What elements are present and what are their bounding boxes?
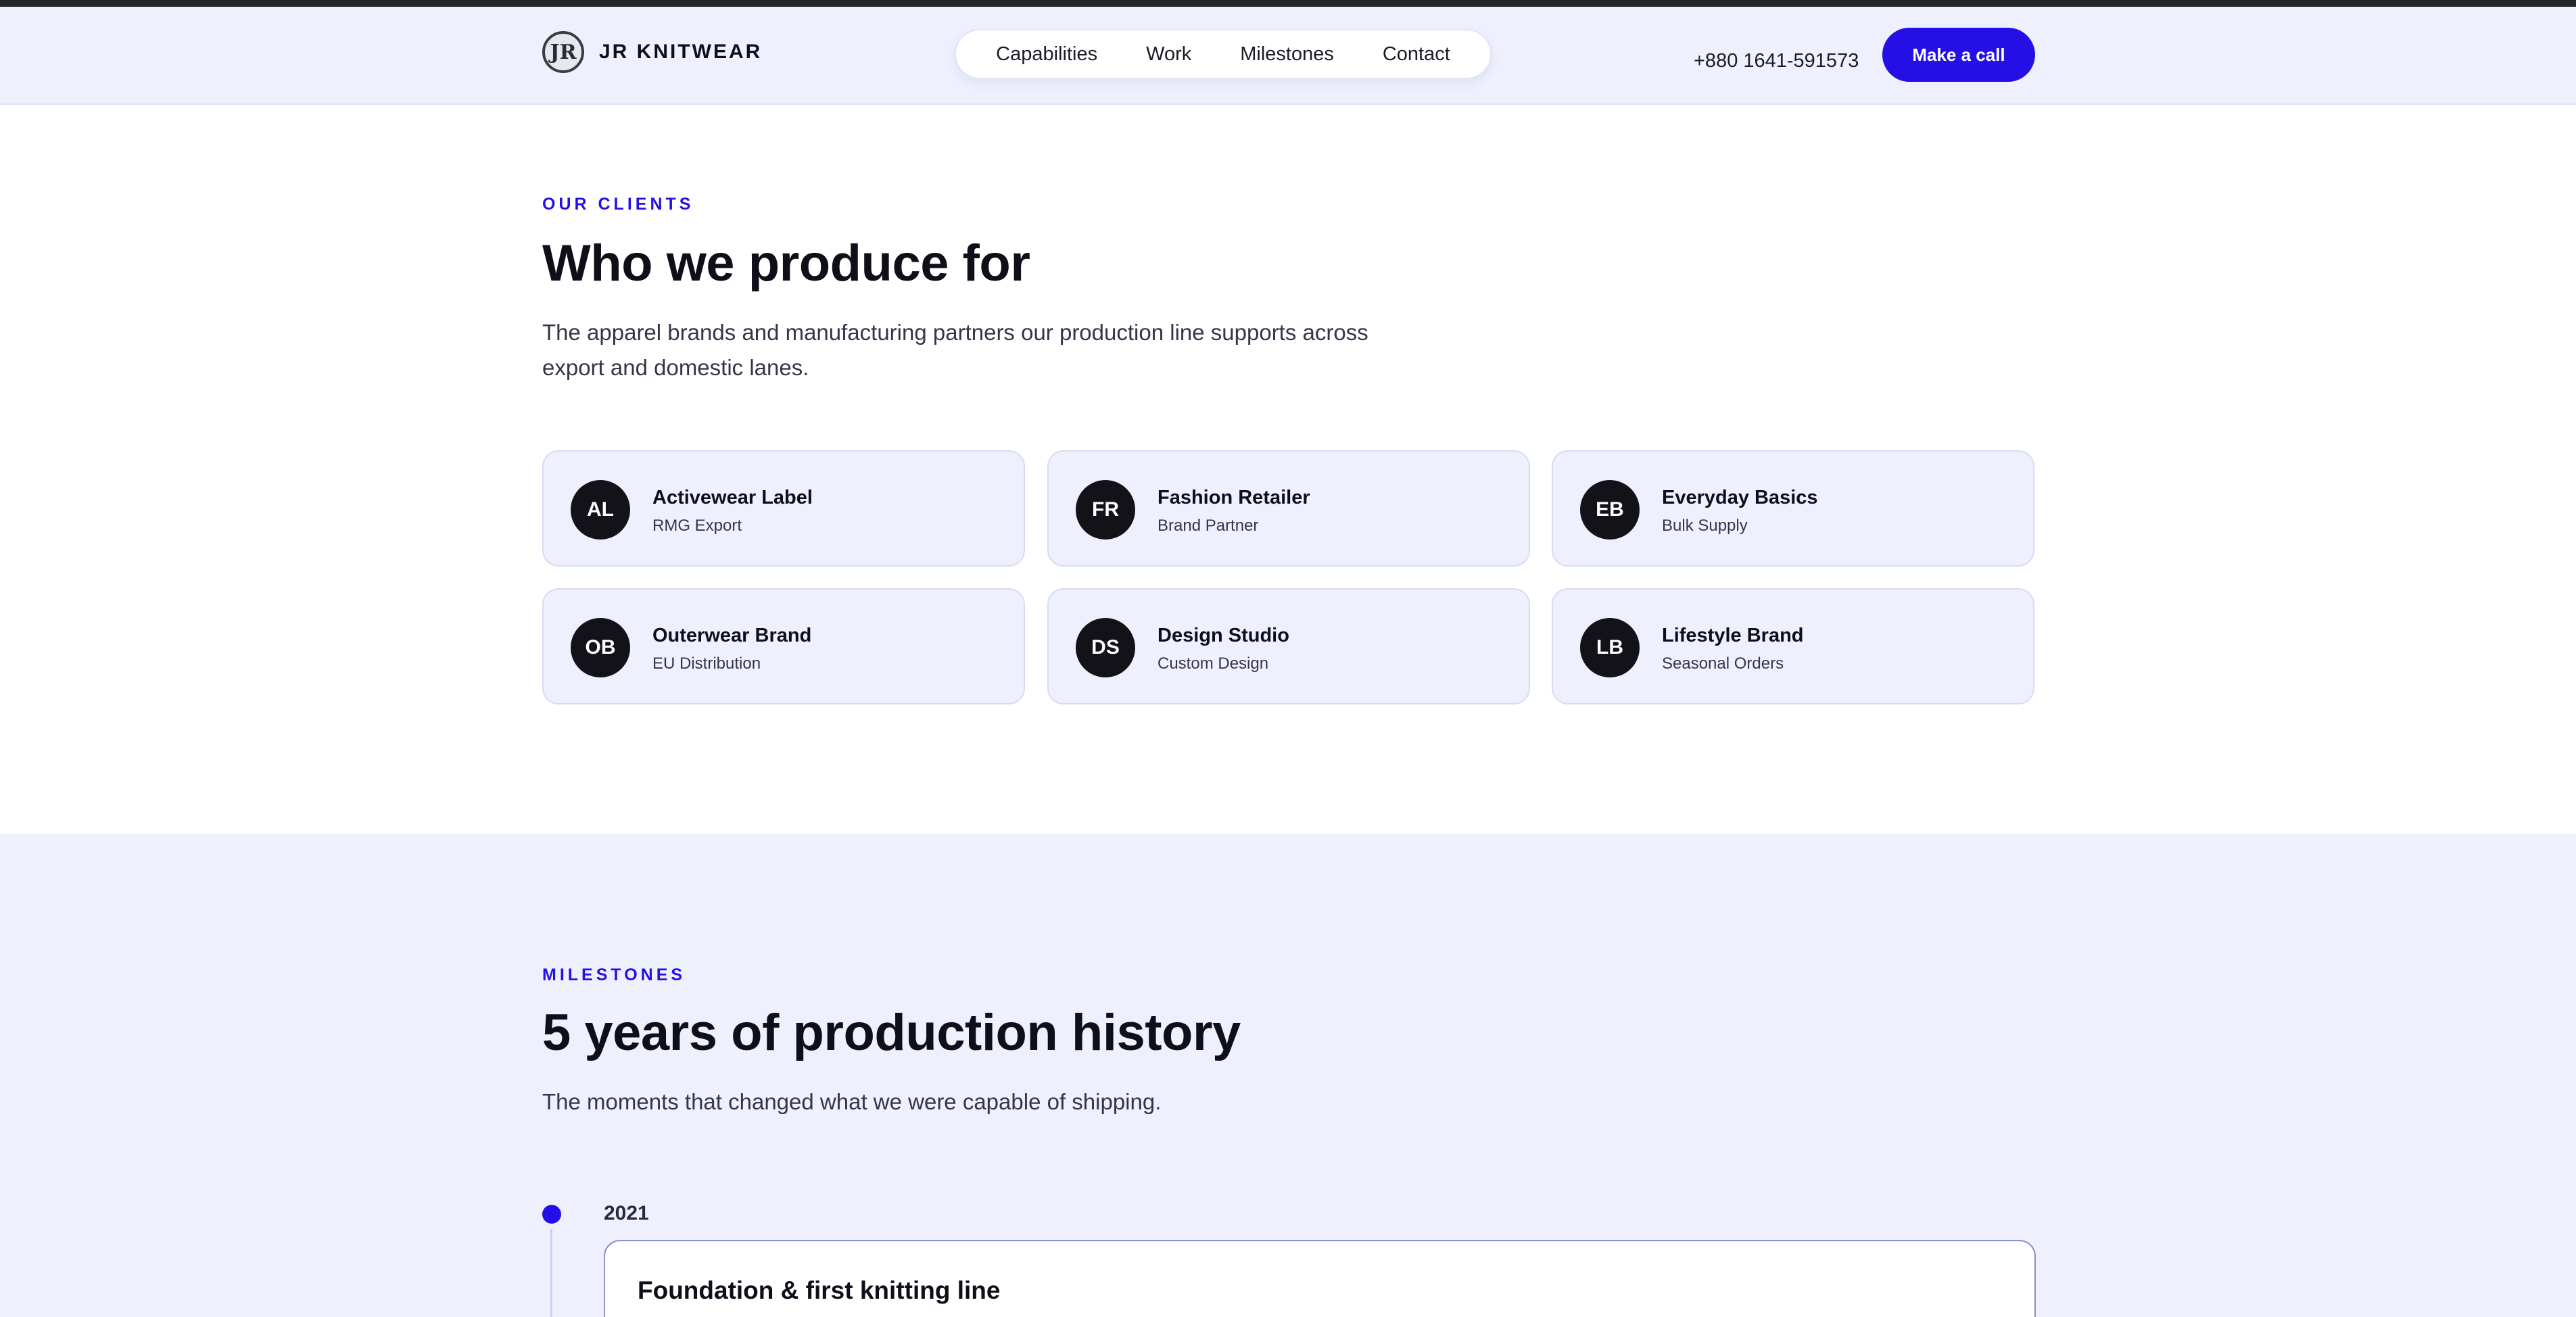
client-name: Outerwear Brand <box>652 625 812 646</box>
clients-eyebrow: OUR CLIENTS <box>542 195 694 214</box>
milestones-section: MILESTONES 5 years of production history… <box>0 834 2576 1317</box>
phone-number[interactable]: +880 1641-591573 <box>1694 50 1859 72</box>
clients-title: Who we produce for <box>542 235 1030 292</box>
client-card[interactable]: OB Outerwear Brand EU Distribution <box>542 588 1025 704</box>
client-avatar: OB <box>571 618 630 677</box>
milestone-title: Foundation & first knitting line <box>638 1276 1001 1304</box>
client-category: RMG Export <box>652 517 742 535</box>
window-top-strip <box>0 0 2576 7</box>
client-category: Custom Design <box>1158 654 1269 673</box>
client-name: Activewear Label <box>652 487 813 508</box>
brand[interactable]: JR JR KNITWEAR <box>542 31 762 73</box>
client-avatar: EB <box>1580 480 1640 540</box>
client-name: Fashion Retailer <box>1158 487 1310 508</box>
client-card[interactable]: EB Everyday Basics Bulk Supply <box>1552 450 2034 567</box>
nav-item-contact[interactable]: Contact <box>1358 43 1475 66</box>
make-a-call-button[interactable]: Make a call <box>1882 28 2035 82</box>
milestones-lead: The moments that changed what we were ca… <box>542 1089 1162 1114</box>
nav-item-work[interactable]: Work <box>1122 43 1216 66</box>
client-card[interactable]: FR Fashion Retailer Brand Partner <box>1047 450 1530 567</box>
client-avatar: DS <box>1076 618 1135 677</box>
client-category: Seasonal Orders <box>1662 654 1784 673</box>
timeline-dot <box>542 1205 561 1224</box>
milestone-card[interactable]: Foundation & first knitting line <box>604 1240 2036 1317</box>
client-category: EU Distribution <box>652 654 761 673</box>
milestones-eyebrow: MILESTONES <box>542 965 686 984</box>
nav-item-milestones[interactable]: Milestones <box>1216 43 1358 66</box>
client-card[interactable]: LB Lifestyle Brand Seasonal Orders <box>1552 588 2034 704</box>
client-name: Design Studio <box>1158 625 1289 646</box>
client-category: Bulk Supply <box>1662 517 1748 535</box>
client-name: Lifestyle Brand <box>1662 625 1804 646</box>
milestone-year: 2021 <box>604 1202 649 1224</box>
client-card[interactable]: AL Activewear Label RMG Export <box>542 450 1025 567</box>
brand-name: JR KNITWEAR <box>599 41 763 63</box>
client-avatar: AL <box>571 480 630 540</box>
main-nav: Capabilities Work Milestones Contact <box>955 29 1492 79</box>
client-category: Brand Partner <box>1158 517 1259 535</box>
milestones-title: 5 years of production history <box>542 1004 1241 1061</box>
client-avatar: LB <box>1580 618 1640 677</box>
site-header: JR JR KNITWEAR Capabilities Work Milesto… <box>0 7 2576 105</box>
nav-item-capabilities[interactable]: Capabilities <box>972 43 1122 66</box>
client-name: Everyday Basics <box>1662 487 1818 508</box>
brand-logo: JR <box>542 31 584 73</box>
clients-lead: The apparel brands and manufacturing par… <box>542 320 1368 380</box>
timeline-line <box>550 1229 552 1317</box>
client-card[interactable]: DS Design Studio Custom Design <box>1047 588 1530 704</box>
client-avatar: FR <box>1076 480 1135 540</box>
